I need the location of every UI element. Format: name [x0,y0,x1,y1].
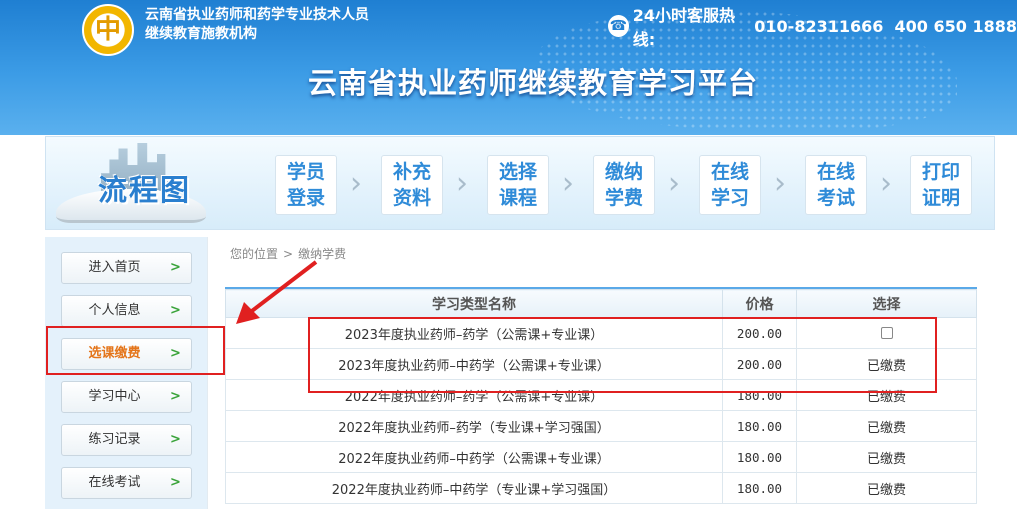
sidebar-item[interactable]: 学习中心 > [61,381,192,413]
flow-step-line1: 学员 [286,161,325,183]
table-row: 2022年度执业药师–中药学（公需课+专业课） 180.00 已缴费 [225,441,977,473]
annotation-arrow-icon [236,260,318,324]
arrow-right-icon: > [170,303,181,318]
sidebar-item[interactable]: 个人信息 > [61,295,192,327]
phone-icon: ☎ [608,15,629,37]
sidebar-item[interactable]: 在线考试 > [61,467,192,499]
page: 中 云南省执业药师和药学专业技术人员 继续教育施教机构 ☎ 24小时客服热线: … [0,0,1017,509]
sidebar-item-label: 在线考试 [88,475,141,490]
header-select: 选择 [796,289,977,318]
flow-step: 在线 学习 [699,155,761,215]
site-title: 云南省执业药师继续教育学习平台 [308,66,759,100]
chevron-right-icon: › [668,166,680,201]
sidebar-item-label: 个人信息 [88,303,141,318]
flow-chart-bar: 流程图 学员登录 › 补充资料 › 选择课程 › 缴纳学费 › 在线学习 › 在线考试 › 打印证明 [45,136,995,230]
price-cell: 180.00 [722,472,797,504]
flow-step-line1: 在线 [710,161,749,183]
flow-step-line1: 打印 [921,161,960,183]
sidebar-item[interactable]: 练习记录 > [61,424,192,456]
table-row: 2022年度执业药师–中药学（专业课+学习强国） 180.00 已缴费 [225,472,977,504]
site-header: 中 云南省执业药师和药学专业技术人员 继续教育施教机构 ☎ 24小时客服热线: … [0,0,1017,135]
flow-step: 选择 课程 [487,155,549,215]
price-cell: 180.00 [722,410,797,442]
hotline: ☎ 24小时客服热线: 010-82311666 400 650 1888 [608,2,1017,50]
arrow-right-icon: > [170,432,181,447]
flow-step-line2: 登录 [286,187,325,209]
flow-step-line1: 在线 [816,161,855,183]
flow-step: 补充 资料 [381,155,443,215]
org-logo: 中 [82,4,134,56]
flow-step-line2: 学费 [604,187,643,209]
flow-title: 流程图 [98,173,192,207]
flow-step-line1: 补充 [392,161,431,183]
table-row: 2022年度执业药师–药学（专业课+学习强国） 180.00 已缴费 [225,410,977,442]
sidebar-item[interactable]: 进入首页 > [61,252,192,284]
flow-step-line1: 缴纳 [604,161,643,183]
flow-step: 缴纳 学费 [593,155,655,215]
arrow-right-icon: > [170,475,181,490]
annotation-highlight-rows [308,317,937,393]
arrow-right-icon: > [170,260,181,275]
header-price: 价格 [722,289,797,318]
course-name-cell: 2022年度执业药师–药学（专业课+学习强国） [225,410,723,442]
flow-step-line1: 选择 [498,161,537,183]
course-name-cell: 2022年度执业药师–中药学（专业课+学习强国） [225,472,723,504]
logo-glyph: 中 [94,15,121,45]
hotline-numbers: 010-82311666 400 650 1888 [754,16,1017,36]
price-cell: 180.00 [722,441,797,473]
chevron-right-icon: › [562,166,574,201]
status-cell: 已缴费 [796,410,977,442]
sidebar-item-label: 进入首页 [88,260,141,275]
chevron-right-icon: › [456,166,468,201]
annotation-highlight-sidebar [46,326,225,375]
sidebar-item-label: 学习中心 [88,389,141,404]
sidebar-item-label: 练习记录 [88,432,141,447]
chevron-right-icon: › [880,166,892,201]
org-name-line2: 继续教育施教机构 [145,26,257,42]
flow-step: 打印 证明 [910,155,972,215]
org-name: 云南省执业药师和药学专业技术人员 继续教育施教机构 [145,6,369,44]
flow-step-line2: 资料 [392,187,431,209]
chevron-right-icon: › [350,166,362,201]
status-cell: 已缴费 [796,441,977,473]
hotline-label: 24小时客服热线: [632,6,736,49]
flow-step-line2: 考试 [816,187,855,209]
flow-step-line2: 学习 [710,187,749,209]
table-header-row: 学习类型名称 价格 选择 [225,289,977,318]
flow-step: 学员 登录 [275,155,337,215]
flow-badge: 流程图 [46,137,221,231]
org-name-line1: 云南省执业药师和药学专业技术人员 [145,7,369,23]
flow-step-line2: 课程 [498,187,537,209]
course-name-cell: 2022年度执业药师–中药学（公需课+专业课） [225,441,723,473]
flow-step-line2: 证明 [921,187,960,209]
chevron-right-icon: › [774,166,786,201]
flow-step: 在线 考试 [805,155,867,215]
status-cell: 已缴费 [796,472,977,504]
arrow-right-icon: > [170,389,181,404]
